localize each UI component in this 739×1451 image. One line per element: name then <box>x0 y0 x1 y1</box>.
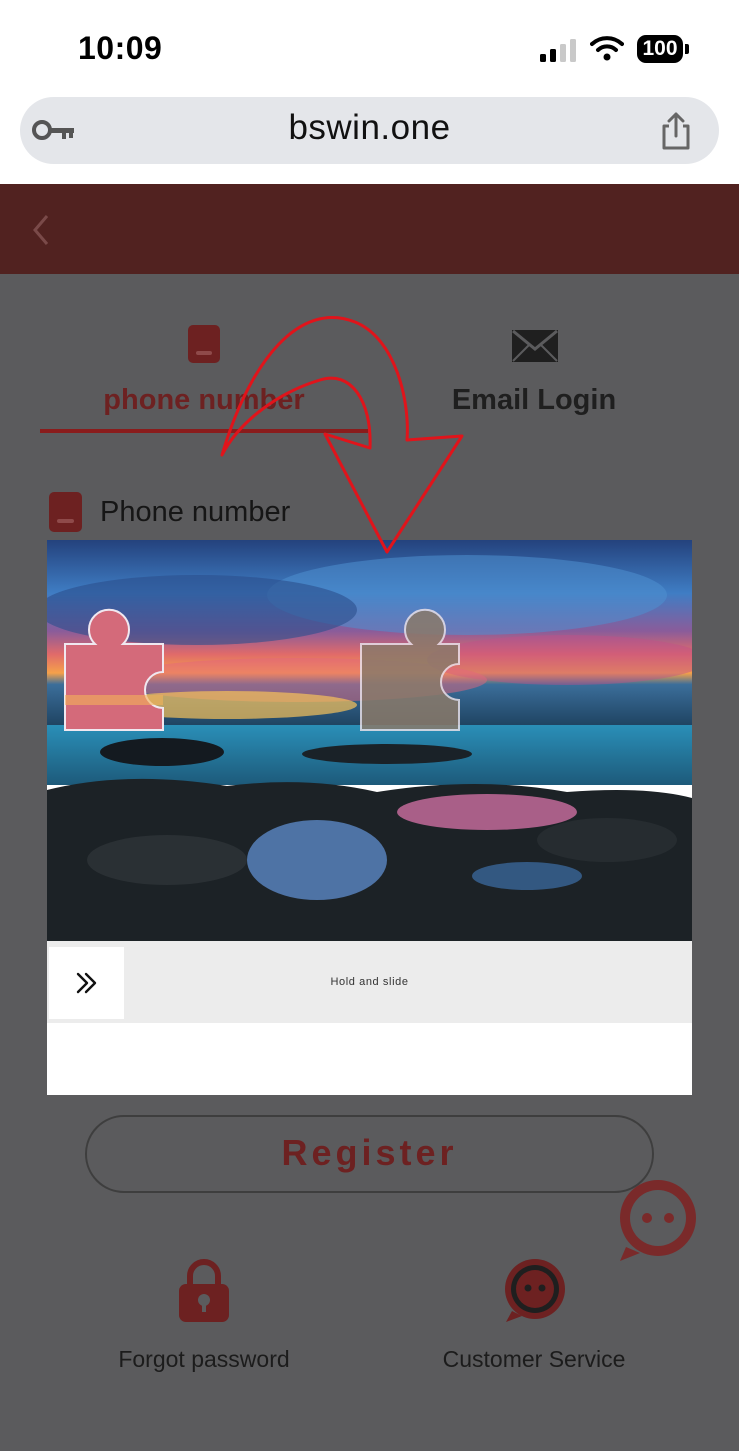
tab-phone-number[interactable]: phone number <box>40 384 368 417</box>
active-tab-indicator <box>40 429 368 433</box>
lock-icon[interactable] <box>176 1258 232 1324</box>
phone-icon <box>49 492 82 532</box>
app-header <box>0 184 739 274</box>
slider-instruction: Hold and slide <box>330 976 409 988</box>
customer-service-link[interactable]: Customer Service <box>410 1346 658 1373</box>
tab-email-login[interactable]: Email Login <box>370 384 698 417</box>
forgot-password-link[interactable]: Forgot password <box>80 1346 328 1373</box>
cellular-signal-icon <box>540 38 580 62</box>
captcha-puzzle-image <box>47 540 692 941</box>
chat-bubble-icon[interactable] <box>612 1175 704 1265</box>
wifi-icon <box>590 36 624 61</box>
register-button-label[interactable]: Register <box>85 1132 654 1174</box>
status-time: 10:09 <box>78 30 163 66</box>
url-text[interactable]: bswin.one <box>0 108 739 148</box>
battery-indicator: 100 <box>637 35 683 63</box>
customer-service-icon[interactable] <box>500 1256 570 1326</box>
share-icon[interactable] <box>659 110 693 152</box>
phone-number-label: Phone number <box>100 496 291 528</box>
envelope-icon <box>512 330 558 362</box>
phone-icon <box>188 325 220 363</box>
battery-tip <box>685 44 689 54</box>
chevron-left-icon[interactable] <box>30 212 52 248</box>
